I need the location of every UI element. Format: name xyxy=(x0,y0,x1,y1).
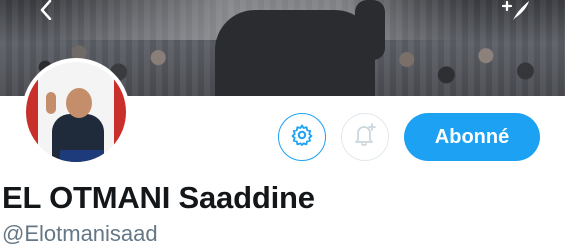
profile-handle: @Elotmanisaad xyxy=(2,221,158,246)
avatar-raised-hand xyxy=(46,92,56,114)
avatar-podium xyxy=(60,150,104,162)
profile-display-name: EL OTMANI Saaddine xyxy=(2,180,315,215)
gear-icon xyxy=(290,123,314,152)
following-button[interactable]: Abonné xyxy=(404,113,540,161)
compose-feather-icon[interactable] xyxy=(500,0,532,22)
avatar-head xyxy=(66,88,92,118)
banner-speaker-figure xyxy=(215,10,375,96)
bell-plus-icon xyxy=(352,122,378,153)
banner-speaker-arm xyxy=(355,0,385,60)
following-button-label: Abonné xyxy=(434,125,510,148)
chevron-left-icon[interactable] xyxy=(36,0,56,20)
settings-button[interactable] xyxy=(278,113,326,161)
notifications-button[interactable] xyxy=(341,113,389,161)
avatar[interactable] xyxy=(22,58,130,166)
